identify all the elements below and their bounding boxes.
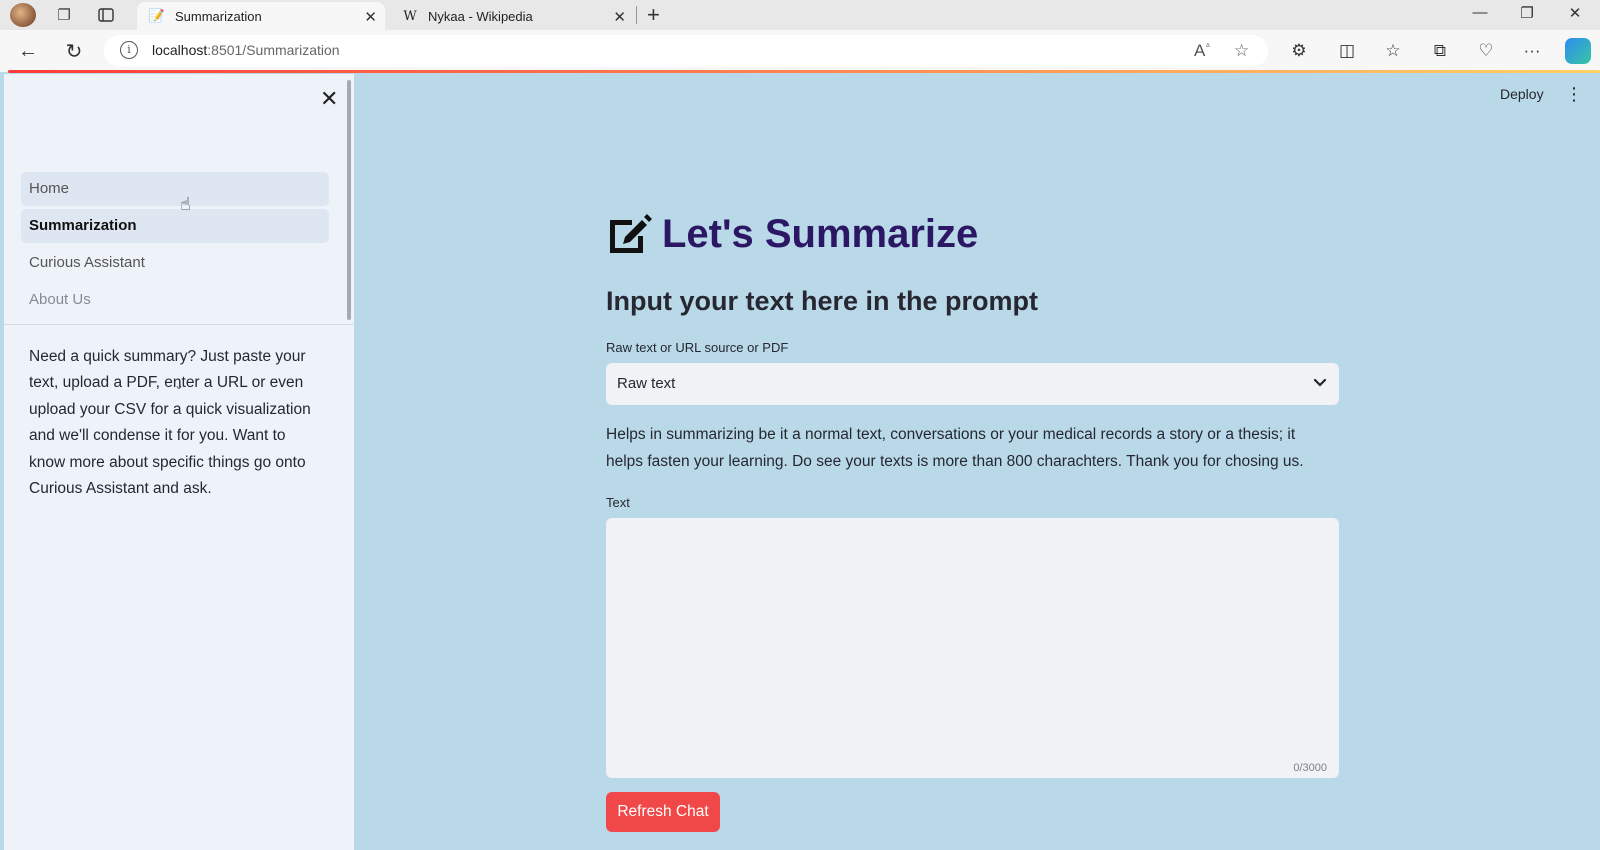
- tab-summarization[interactable]: 📝 Summarization ✕: [137, 2, 385, 30]
- char-counter: 0/3000: [1293, 762, 1327, 774]
- page-title: Let's Summarize: [662, 211, 979, 256]
- favorites-icon[interactable]: ☆: [1380, 39, 1406, 63]
- browser-tab-bar: ❐ 📝 Summarization ✕ W Nykaa - Wikipedia …: [0, 0, 1600, 30]
- sidebar-item-home[interactable]: Home: [21, 172, 329, 206]
- back-arrow-icon[interactable]: ←: [15, 38, 41, 64]
- header-decoration-bar: [8, 70, 1600, 73]
- collections-icon[interactable]: ⧉: [1427, 39, 1453, 63]
- restore-window-icon[interactable]: ❐: [1512, 4, 1542, 26]
- read-aloud-icon[interactable]: Aᐞ: [1194, 41, 1210, 61]
- page-header: Let's Summarize: [604, 206, 978, 262]
- browser-essentials-icon[interactable]: ♡: [1473, 39, 1499, 63]
- chevron-down-icon: [1313, 378, 1327, 387]
- tab-title: Summarization: [175, 8, 262, 24]
- sidebar-item-about-us[interactable]: About Us: [21, 283, 329, 317]
- sidebar-item-curious-assistant[interactable]: Curious Assistant: [21, 246, 329, 280]
- main-content: Deploy ⋮ Let's Summarize Input your text…: [354, 74, 1600, 850]
- source-select-value: Raw text: [617, 375, 676, 392]
- source-select-label: Raw text or URL source or PDF: [606, 340, 789, 355]
- sidebar-divider: [4, 324, 354, 325]
- minimize-window-icon[interactable]: —: [1465, 4, 1495, 26]
- new-tab-plus-icon[interactable]: +: [647, 2, 660, 28]
- close-tab-icon[interactable]: ✕: [613, 8, 626, 26]
- sidebar: ✕ Home Summarization Curious Assistant A…: [4, 74, 354, 850]
- url-text[interactable]: localhost:8501/Summarization: [152, 42, 340, 58]
- copilot-icon[interactable]: [1565, 38, 1591, 64]
- vertical-tabs-icon[interactable]: [94, 4, 118, 26]
- profile-avatar[interactable]: [10, 3, 36, 27]
- browser-address-bar: ← ↻ i localhost:8501/Summarization Aᐞ ☆ …: [0, 30, 1600, 72]
- more-menu-icon[interactable]: ···: [1519, 39, 1545, 63]
- close-sidebar-icon[interactable]: ✕: [320, 86, 338, 112]
- text-input-area[interactable]: 0/3000: [606, 518, 1339, 778]
- sidebar-item-summarization[interactable]: Summarization: [21, 209, 329, 243]
- tab-separator: [636, 6, 637, 24]
- site-info-icon[interactable]: i: [120, 41, 138, 59]
- close-window-icon[interactable]: ✕: [1560, 4, 1590, 26]
- deploy-button[interactable]: Deploy: [1500, 86, 1544, 102]
- hand-cursor-icon: ☝: [180, 194, 191, 214]
- page-subtitle: Input your text here in the prompt: [606, 286, 1039, 316]
- split-screen-icon[interactable]: ◫: [1334, 39, 1360, 63]
- extensions-icon[interactable]: ⚙: [1286, 39, 1312, 63]
- tab-title: Nykaa - Wikipedia: [428, 8, 533, 24]
- sidebar-nav-scrollbar[interactable]: [347, 80, 351, 320]
- source-select[interactable]: Raw text: [606, 363, 1339, 405]
- sidebar-description: Need a quick summary? Just paste your te…: [29, 348, 311, 498]
- tab-nykaa-wikipedia[interactable]: W Nykaa - Wikipedia ✕: [390, 2, 634, 30]
- help-text: Helps in summarizing be it a normal text…: [606, 426, 1304, 470]
- reload-icon[interactable]: ↻: [61, 38, 87, 64]
- wikipedia-favicon-icon: W: [403, 8, 417, 24]
- workspaces-icon[interactable]: ❐: [52, 4, 76, 26]
- close-tab-icon[interactable]: ✕: [364, 8, 377, 26]
- edit-pencil-icon: [610, 214, 652, 253]
- favorite-star-icon[interactable]: ☆: [1234, 41, 1249, 61]
- url-field[interactable]: i localhost:8501/Summarization Aᐞ ☆: [104, 35, 1268, 67]
- notepad-favicon-icon: 📝: [148, 8, 166, 23]
- main-menu-kebab-icon[interactable]: ⋮: [1565, 84, 1583, 105]
- refresh-chat-button[interactable]: Refresh Chat: [606, 792, 720, 832]
- text-area-label: Text: [606, 495, 630, 510]
